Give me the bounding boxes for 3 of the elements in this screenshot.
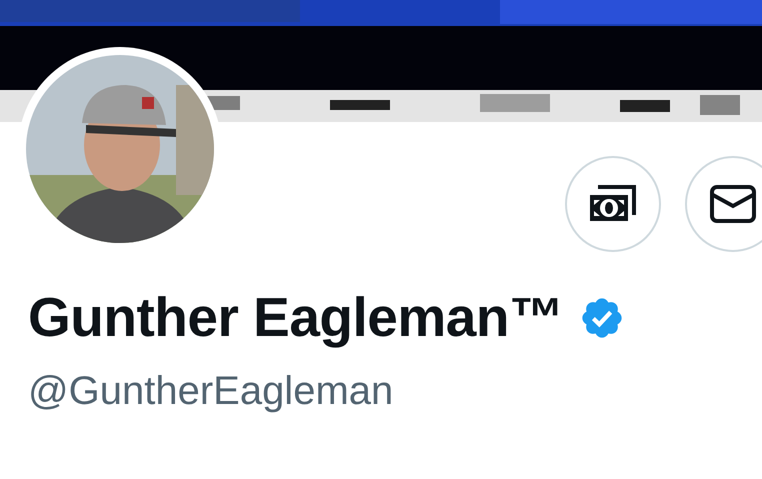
envelope-icon xyxy=(709,184,757,224)
money-icon xyxy=(588,184,638,224)
profile-handle: @GuntherEagleman xyxy=(28,369,394,413)
